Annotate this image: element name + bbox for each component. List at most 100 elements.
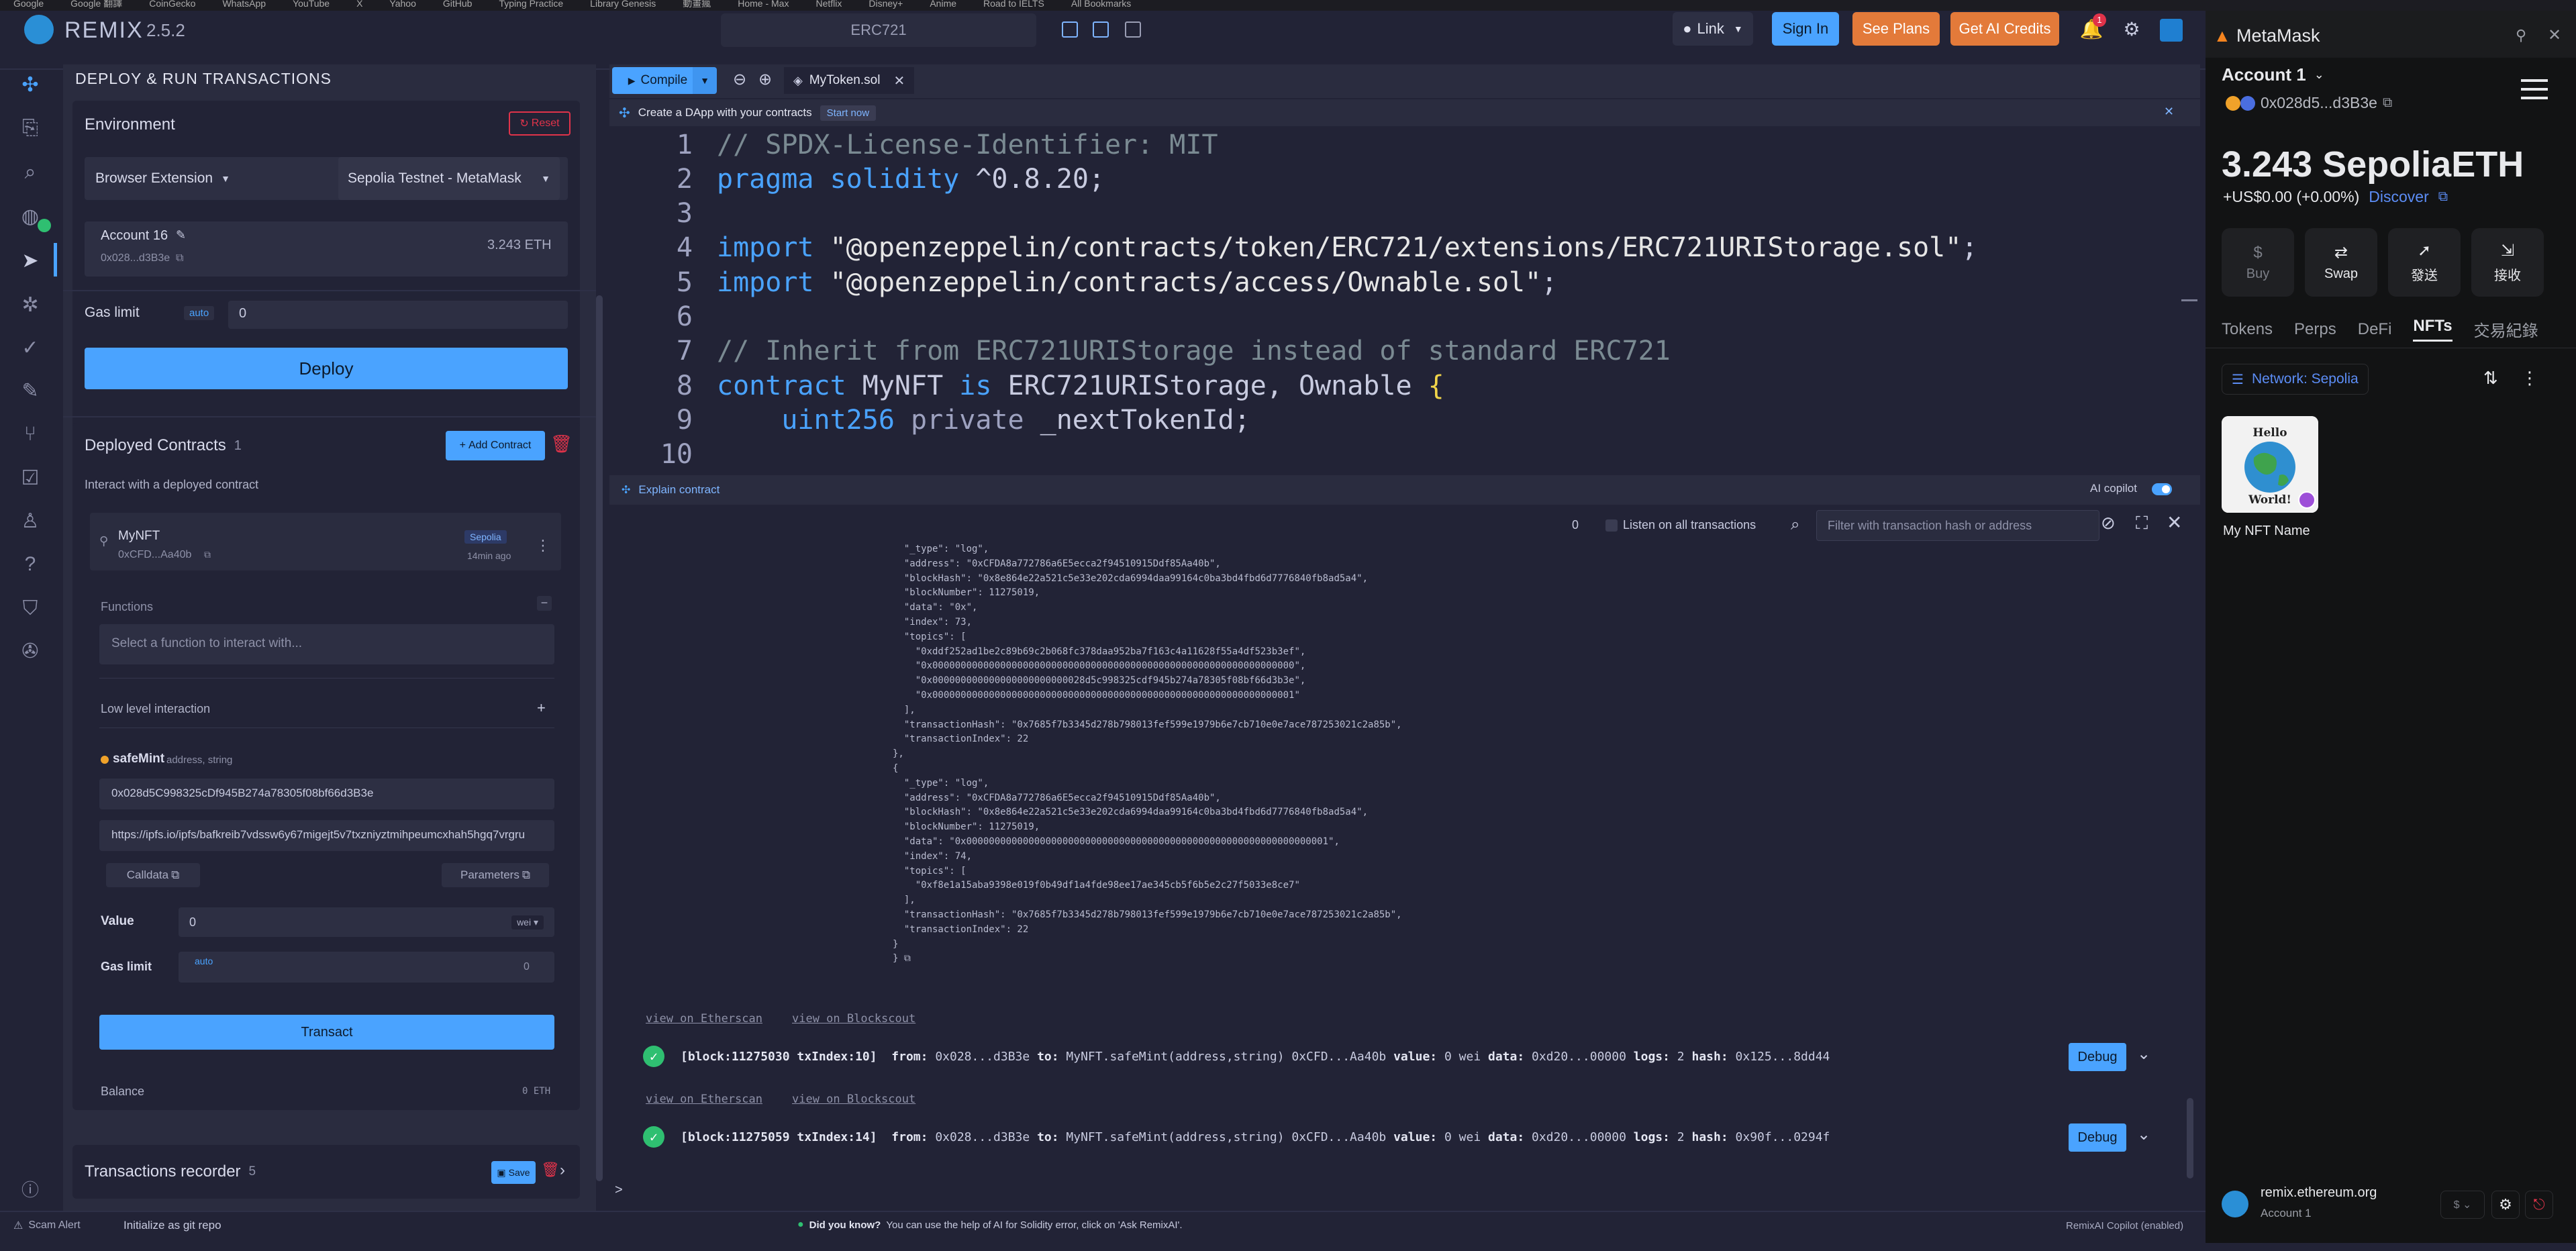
more-vertical-icon[interactable]: ⋮ — [536, 537, 550, 554]
tab-nfts[interactable]: NFTs — [2413, 317, 2453, 342]
address-chip[interactable]: 0x028d5...d3B3e ⧉ — [2226, 94, 2392, 112]
bookmark-item[interactable]: Library Genesis — [590, 0, 656, 11]
plugin-icon[interactable]: ✎ — [17, 379, 43, 404]
reset-button[interactable]: ↻ Reset — [509, 111, 571, 136]
receive-button[interactable]: ⇲ 接收 — [2471, 228, 2544, 297]
more-vertical-icon[interactable]: ⋮ — [2521, 368, 2538, 389]
gas-auto-radio[interactable]: auto — [184, 306, 215, 320]
compile-options-icon[interactable]: ▼ — [693, 67, 717, 94]
uri-param-input[interactable]: https://ipfs.io/ipfs/bafkreib7vdssw6y67m… — [99, 820, 554, 851]
blockscout-link[interactable]: view on Blockscout — [792, 1093, 915, 1106]
address-param-input[interactable]: 0x028d5C998325cDf945B274a78305f08bf66d3B… — [99, 779, 554, 809]
start-now-button[interactable]: Start now — [820, 105, 877, 121]
bookmark-item[interactable]: X — [356, 0, 362, 11]
transaction-filter-input[interactable]: Filter with transaction hash or address — [1816, 510, 2099, 541]
listen-checkbox[interactable] — [1605, 519, 1618, 532]
plugin-manager-icon[interactable]: ✇ — [17, 639, 43, 664]
value-input[interactable]: 0 wei ▾ — [179, 907, 554, 937]
panel-scrollbar[interactable] — [596, 295, 603, 1181]
bookmark-item[interactable]: Anime — [930, 0, 956, 11]
add-contract-button[interactable]: + Add Contract — [446, 431, 545, 460]
unit-select[interactable]: wei ▾ — [511, 915, 544, 930]
bookmark-item[interactable]: Google — [13, 0, 44, 11]
tab-mytoken[interactable]: ◈ MyToken.sol ✕ — [784, 67, 915, 94]
collapse-icon[interactable]: − — [537, 596, 552, 611]
tab-activity[interactable]: 交易紀錄 — [2474, 317, 2538, 341]
bookmark-item[interactable]: Typing Practice — [499, 0, 563, 11]
gear-icon[interactable]: ⚙ — [2491, 1191, 2520, 1219]
bookmark-item[interactable]: Yahoo — [389, 0, 415, 11]
tx-row-1[interactable]: ✓ [block:11275030 txIndex:10] from: 0x02… — [643, 1043, 1830, 1070]
copy-icon[interactable]: ⧉ — [204, 549, 211, 560]
code-line[interactable]: 5 import "@openzeppelin/contracts/access/… — [609, 265, 2193, 299]
bookmark-item[interactable]: 動畫瘋 — [683, 0, 711, 11]
code-line[interactable]: 7 // Inherit from ERC721URIStorage instea… — [609, 334, 2193, 368]
deploy-button[interactable]: Deploy — [85, 348, 568, 389]
parameters-button[interactable]: Parameters ⧉ — [442, 863, 549, 887]
network-filter[interactable]: ☰ Network: Sepolia — [2222, 364, 2369, 395]
bookmark-item[interactable]: CoinGecko — [149, 0, 195, 11]
layout-bottom-icon[interactable] — [1093, 21, 1109, 38]
solidity-unit-testing-icon[interactable]: ✓ — [17, 336, 43, 361]
code-line[interactable]: 6 — [609, 300, 2193, 334]
remix-logo-icon[interactable] — [24, 15, 54, 44]
gas-limit-input[interactable] — [179, 952, 554, 983]
remix-home-icon[interactable]: ✣ — [17, 72, 43, 98]
file-explorer-icon[interactable]: ⎘ — [17, 115, 43, 141]
calldata-button[interactable]: Calldata ⧉ — [106, 863, 200, 887]
tab-perps[interactable]: Perps — [2294, 320, 2336, 339]
etherscan-link[interactable]: view on Etherscan — [646, 1012, 762, 1025]
etherscan-link[interactable]: view on Etherscan — [646, 1093, 762, 1106]
explain-contract-button[interactable]: Explain contract — [638, 483, 720, 497]
close-icon[interactable]: ✕ — [893, 72, 905, 89]
clear-icon[interactable]: ⊘ — [2101, 513, 2116, 534]
bookmark-item[interactable]: Road to IELTS — [983, 0, 1044, 11]
copy-icon[interactable]: ⧉ — [2383, 95, 2392, 111]
debug-button[interactable]: Debug — [2069, 1123, 2126, 1152]
shield-icon[interactable]: ⛉ — [17, 596, 43, 621]
close-terminal-icon[interactable]: ✕ — [2167, 511, 2182, 534]
bookmark-item[interactable]: Netflix — [815, 0, 842, 11]
expand-icon[interactable]: + — [537, 699, 546, 717]
bookmark-item[interactable]: All Bookmarks — [1071, 0, 1131, 11]
debug-button[interactable]: Debug — [2069, 1043, 2126, 1071]
chevron-down-icon[interactable]: ⌄ — [2137, 1044, 2150, 1064]
debugger-icon[interactable]: ✲ — [17, 293, 43, 318]
code-line[interactable]: 2 pragma solidity ^0.8.20; — [609, 162, 2193, 196]
terminal-prompt[interactable]: > — [615, 1183, 623, 1198]
network-select[interactable]: Sepolia Testnet - MetaMask ▼ — [338, 157, 560, 200]
search-icon[interactable]: ⌕ — [17, 160, 43, 185]
bookmark-item[interactable]: YouTube — [293, 0, 330, 11]
init-git-link[interactable]: Initialize as git repo — [123, 1219, 221, 1232]
tx-row-2[interactable]: ✓ [block:11275059 txIndex:14] from: 0x02… — [643, 1123, 1830, 1150]
hamburger-menu-icon[interactable] — [2521, 79, 2548, 99]
site-account-select[interactable]: $ ⌄ — [2440, 1191, 2485, 1219]
layout-left-icon[interactable] — [1062, 21, 1078, 38]
code-line[interactable]: 3 — [609, 197, 2193, 231]
sort-icon[interactable]: ⇅ — [2483, 368, 2498, 389]
workspace-search[interactable]: ERC721 — [721, 13, 1036, 47]
zoom-out-icon[interactable]: ⊖ — [733, 70, 746, 89]
info-icon[interactable]: ⓘ — [17, 1177, 43, 1203]
chevron-right-icon[interactable]: › — [560, 1161, 565, 1180]
zoom-in-icon[interactable]: ⊕ — [758, 70, 772, 89]
remix-plugin-icon[interactable] — [2160, 19, 2183, 42]
bookmark-item[interactable]: Google 翻譯 — [70, 0, 122, 11]
transactions-recorder-heading[interactable]: Transactions recorder 5 — [85, 1162, 256, 1181]
analysis-icon[interactable]: ☑ — [17, 466, 43, 491]
tab-defi[interactable]: DeFi — [2358, 320, 2392, 339]
gas-limit-input[interactable]: 0 — [228, 301, 568, 329]
gas-auto-radio[interactable]: auto — [189, 954, 219, 968]
get-ai-credits-button[interactable]: Get AI Credits — [1950, 12, 2059, 46]
bookmark-item[interactable]: Disney+ — [869, 0, 903, 11]
trash-icon[interactable]: 🗑 — [550, 434, 573, 454]
code-line[interactable]: 8 contract MyNFT is ERC721URIStorage, Own… — [609, 368, 2193, 403]
swap-button[interactable]: ⇄ Swap — [2305, 228, 2377, 297]
trash-icon[interactable]: 🗑 — [541, 1161, 560, 1179]
code-line[interactable]: 9 uint256 private _nextTokenId; — [609, 403, 2193, 437]
terminal-scrollbar[interactable] — [2187, 1098, 2193, 1179]
help-icon[interactable]: ? — [17, 552, 43, 577]
pin-icon[interactable]: ⚲ — [2516, 27, 2526, 44]
deploy-run-icon[interactable]: ➤ — [17, 248, 43, 274]
bookmark-item[interactable]: Home - Max — [738, 0, 789, 11]
